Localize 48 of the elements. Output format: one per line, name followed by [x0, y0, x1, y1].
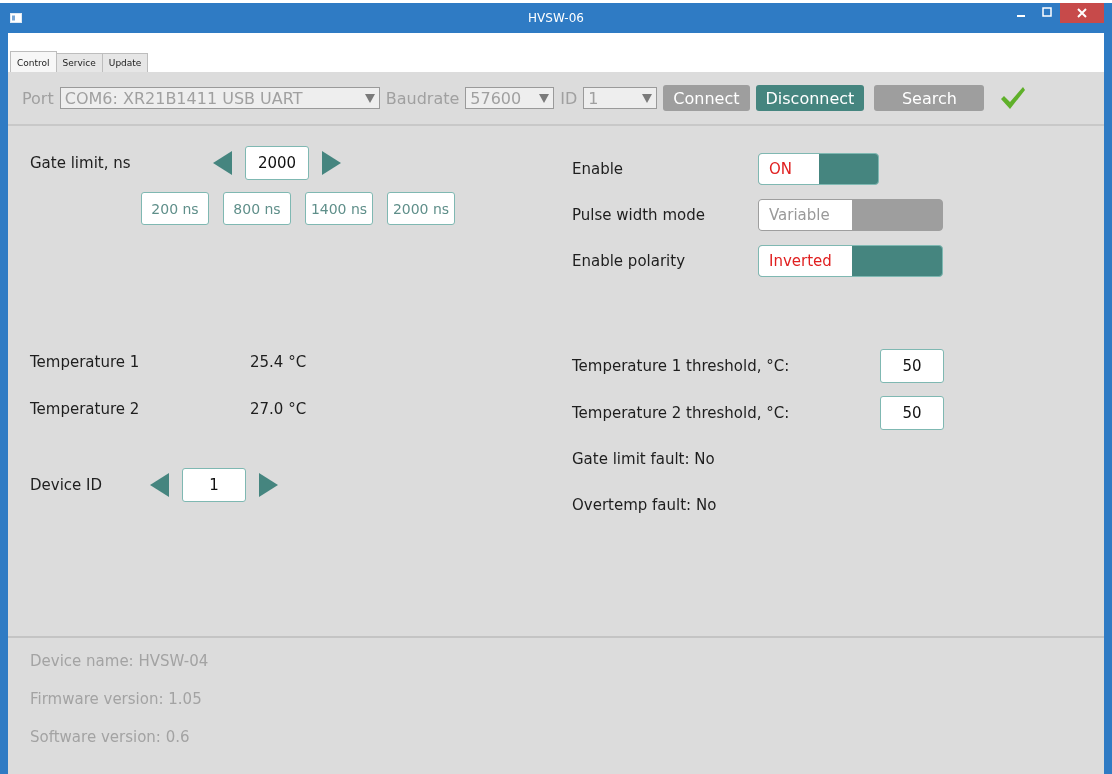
window-title: HVSW-06: [527, 11, 585, 25]
dropdown[interactable]: 57600: [465, 87, 555, 109]
toggle-switch[interactable]: Inverted: [758, 245, 943, 277]
caret-icon: [364, 93, 375, 103]
window-icon: [10, 13, 22, 23]
preset-button[interactable]: 800 ns: [223, 192, 291, 225]
preset-button[interactable]: 1400 ns: [305, 192, 373, 225]
gate-limit-field[interactable]: 2000: [245, 146, 309, 180]
caret-icon: [642, 93, 653, 103]
search-button[interactable]: Search: [874, 85, 985, 111]
caret-icon: [539, 93, 550, 103]
increase-arrow-icon[interactable]: [322, 151, 341, 175]
preset-button[interactable]: 2000 ns: [387, 192, 455, 225]
preset-button[interactable]: 200 ns: [141, 192, 209, 225]
dropdown[interactable]: COM6: XR21B1411 USB UART: [59, 87, 380, 109]
decrease-arrow-icon[interactable]: [150, 473, 169, 497]
temperature-label: Temperature 2: [30, 399, 141, 418]
increase-arrow-icon[interactable]: [259, 473, 278, 497]
fault-status: Gate limit fault: No: [572, 449, 716, 470]
disconnect-button[interactable]: Disconnect: [755, 85, 865, 111]
dropdown[interactable]: 1: [583, 87, 658, 109]
temperature-reading: 27.0 °C: [250, 399, 307, 418]
device-info: Device name: HVSW-04: [30, 652, 210, 672]
gate-limit-label: Gate limit, ns: [30, 154, 132, 172]
threshold-label: Temperature 2 threshold, °C:: [572, 403, 791, 422]
device-info: Software version: 0.6: [30, 728, 191, 748]
threshold-label: Temperature 1 threshold, °C:: [572, 356, 791, 375]
temperature-reading: 25.4 °C: [250, 352, 307, 371]
threshold-field[interactable]: 50: [880, 348, 944, 383]
connect-button[interactable]: Connect: [663, 85, 750, 111]
device-info: Firmware version: 1.05: [30, 690, 203, 710]
baudrate-label: Baudrate: [385, 88, 460, 108]
toggle-switch[interactable]: ON: [758, 153, 879, 185]
threshold-field[interactable]: 50: [880, 395, 944, 430]
decrease-arrow-icon[interactable]: [213, 151, 232, 175]
device-id-field[interactable]: 1: [182, 468, 246, 502]
tab[interactable]: Update: [101, 53, 149, 72]
temperature-label: Temperature 1: [30, 352, 141, 371]
tab[interactable]: Control: [10, 51, 57, 72]
switch-label: Enable polarity: [572, 252, 686, 270]
id-label: ID: [560, 88, 578, 108]
close-icon[interactable]: [1060, 3, 1104, 23]
device-id-label: Device ID: [30, 476, 104, 494]
tab[interactable]: Service: [55, 53, 103, 72]
switch-label: Enable: [572, 160, 625, 178]
port-label: Port: [22, 88, 54, 108]
fault-status: Overtemp fault: No: [572, 495, 718, 516]
switch-label: Pulse width mode: [572, 206, 706, 224]
